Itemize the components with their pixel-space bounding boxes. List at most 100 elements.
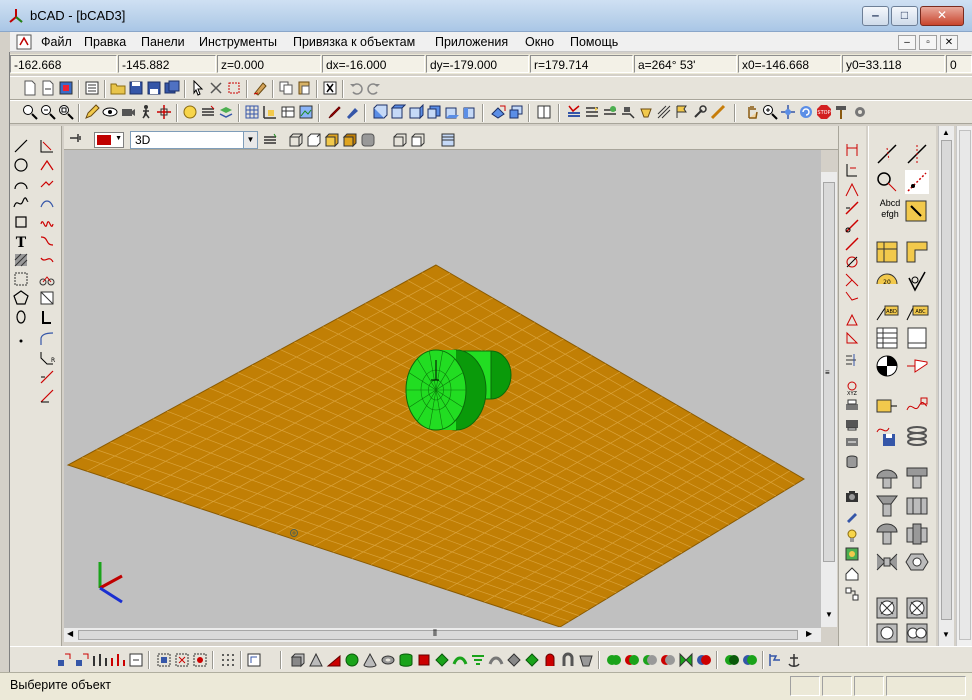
text-style-sample[interactable]: Abcd efgh	[877, 198, 903, 220]
select-pointer-icon[interactable]	[190, 80, 206, 96]
scene-canvas[interactable]	[64, 150, 821, 627]
solid-pipe-icon[interactable]	[560, 652, 576, 668]
new-file-icon[interactable]	[22, 80, 38, 96]
solid-sphere-icon[interactable]	[344, 652, 360, 668]
color-picker[interactable]: ▼	[94, 132, 124, 148]
scroll-left-arrow-icon[interactable]: ◀	[67, 629, 73, 638]
menu-panels[interactable]: Панели	[141, 35, 185, 49]
solid-pyramid-icon[interactable]	[308, 652, 324, 668]
snap-perp-icon[interactable]	[905, 142, 929, 166]
new-drawing-icon[interactable]	[40, 80, 56, 96]
view-top-icon[interactable]	[390, 104, 406, 120]
bolt-round-head-icon[interactable]	[875, 466, 899, 490]
snap-tangent-icon[interactable]	[905, 170, 929, 194]
region-tool-icon[interactable]	[13, 271, 29, 287]
block-define-icon[interactable]	[905, 396, 929, 416]
view-side-icon[interactable]	[408, 104, 424, 120]
close-button[interactable]: ✕	[920, 6, 964, 26]
mdi-close-button[interactable]: ✕	[940, 35, 958, 50]
hatch-tool-icon[interactable]	[13, 252, 29, 268]
ellipse-tool-icon[interactable]	[13, 309, 29, 325]
document-icon[interactable]	[16, 34, 32, 50]
zoom-dynamic-icon[interactable]	[762, 104, 778, 120]
paste-icon[interactable]	[296, 80, 312, 96]
fillet-tool-icon[interactable]	[39, 331, 55, 347]
save-icon[interactable]	[128, 80, 144, 96]
dim-angle-icon[interactable]	[844, 182, 860, 198]
camera-tool-icon[interactable]	[620, 104, 636, 120]
bool-subtract-icon[interactable]	[624, 652, 640, 668]
nut-hex-icon[interactable]	[905, 494, 929, 518]
view-stack-icon[interactable]	[440, 132, 456, 148]
layer-state-icon[interactable]	[262, 132, 278, 148]
chamfer-tool-icon[interactable]: R	[39, 350, 55, 366]
solid-shell-icon[interactable]	[488, 652, 504, 668]
database-icon[interactable]	[844, 454, 860, 470]
layer-manager-icon[interactable]	[566, 104, 582, 120]
hand-pan-icon[interactable]	[744, 104, 760, 120]
scroll-up-arrow-icon[interactable]: ▲	[942, 128, 950, 137]
photo-camera-icon[interactable]	[844, 488, 860, 504]
text-tool-icon[interactable]: T	[13, 233, 29, 249]
face-icon[interactable]	[182, 104, 198, 120]
layer-stack-icon[interactable]	[218, 104, 234, 120]
brush-icon[interactable]	[326, 104, 342, 120]
solid-fillet-icon[interactable]	[506, 652, 522, 668]
scroll-right-arrow-icon[interactable]: ▶	[806, 629, 812, 638]
pen-tool-icon[interactable]	[844, 508, 860, 524]
screw-countersunk-icon[interactable]	[875, 494, 899, 518]
polygon-tool-icon[interactable]	[13, 290, 29, 306]
bolt-slot-head-icon[interactable]	[905, 466, 929, 490]
redo-icon[interactable]	[366, 80, 382, 96]
view-bottom-icon[interactable]	[444, 104, 460, 120]
settings-icon[interactable]	[852, 104, 868, 120]
open-folder-icon[interactable]	[110, 80, 126, 96]
tolerance-abc-icon[interactable]: ABC	[905, 302, 929, 322]
zoom-in-icon[interactable]	[22, 104, 38, 120]
surface-finish-icon[interactable]: 20	[875, 270, 899, 294]
anchor-icon[interactable]	[786, 652, 802, 668]
title-bar[interactable]: bCAD - [bCAD3] ‒ □ ✕	[0, 0, 972, 32]
explode-icon[interactable]	[192, 652, 208, 668]
spline-tool-icon[interactable]	[13, 195, 29, 211]
view-iso-icon[interactable]	[490, 104, 506, 120]
solid-wedge-icon[interactable]	[326, 652, 342, 668]
scene-icon[interactable]	[844, 546, 860, 562]
trim-tool-icon[interactable]	[39, 138, 55, 154]
sheet-icon[interactable]	[905, 326, 929, 350]
minimize-button[interactable]: ‒	[862, 6, 889, 26]
dim-ordinate-icon[interactable]	[844, 290, 860, 306]
scroll-down-arrow-icon[interactable]: ▼	[825, 610, 833, 619]
home-icon[interactable]	[844, 566, 860, 582]
point-tool-icon[interactable]	[13, 331, 29, 347]
break-tool-icon[interactable]	[39, 388, 55, 404]
wave-tool-icon[interactable]	[39, 214, 55, 230]
snap-node-icon[interactable]	[74, 652, 90, 668]
texture-icon[interactable]	[742, 652, 758, 668]
cut-icon[interactable]	[322, 80, 338, 96]
array-icon[interactable]	[696, 652, 712, 668]
section-plane-icon[interactable]	[768, 652, 784, 668]
vertical-scroll-thumb[interactable]: ≡	[823, 182, 835, 562]
dim-aligned-icon[interactable]	[844, 162, 860, 178]
bike-tool-icon[interactable]	[39, 271, 55, 287]
mdi-restore-button[interactable]: ▫	[919, 35, 937, 50]
bool-intersect-icon[interactable]	[642, 652, 658, 668]
snap-mid-icon[interactable]	[92, 652, 108, 668]
layer-props-icon[interactable]	[602, 104, 618, 120]
select-window-icon[interactable]	[208, 80, 224, 96]
bearing-roller-icon[interactable]	[905, 596, 929, 620]
dim-diameter-icon[interactable]	[844, 236, 860, 252]
menu-window[interactable]: Окно	[525, 35, 554, 49]
snap-grid-icon[interactable]	[56, 652, 72, 668]
horizontal-scrollbar[interactable]: ◀ ⦀ ▶	[64, 627, 821, 642]
properties-icon[interactable]	[84, 80, 100, 96]
select-frame-icon[interactable]	[226, 80, 242, 96]
wing-nut-icon[interactable]	[875, 550, 899, 574]
menu-help[interactable]: Помощь	[570, 35, 618, 49]
bezier-tool-icon[interactable]	[39, 195, 55, 211]
snap-line-icon[interactable]	[875, 142, 899, 166]
dim-linear-icon[interactable]	[844, 142, 860, 158]
bearing-double-icon[interactable]	[905, 622, 929, 644]
solid-loft-icon[interactable]	[470, 652, 486, 668]
